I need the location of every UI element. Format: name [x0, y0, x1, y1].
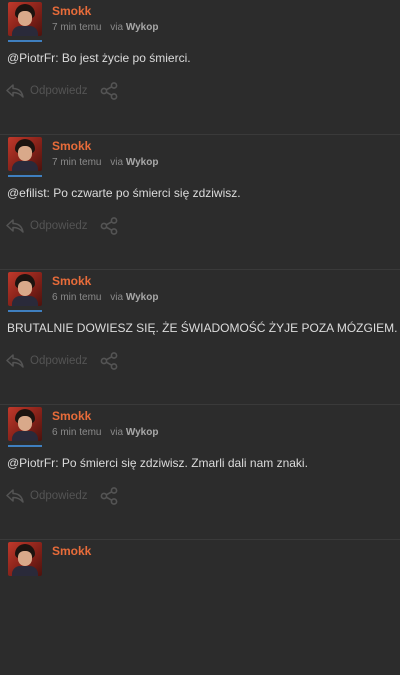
reply-button[interactable]: Odpowiedz — [6, 354, 88, 368]
comment-item: Smokk 6 min temu via Wykop BRUTALNIE DOW… — [0, 270, 400, 405]
avatar-underline — [8, 445, 42, 447]
share-icon — [100, 487, 117, 505]
comment-item: Smokk — [0, 540, 400, 675]
via-source[interactable]: Wykop — [126, 292, 159, 303]
reply-arrow-icon — [6, 489, 24, 503]
comment-body: BRUTALNIE DOWIESZ SIĘ. ŻE ŚWIADOMOŚĆ ŻYJ… — [7, 321, 398, 335]
avatar[interactable] — [8, 407, 42, 441]
user-mention[interactable]: @PiotrFr — [7, 51, 55, 65]
via-source[interactable]: Wykop — [126, 157, 159, 168]
avatar[interactable] — [8, 272, 42, 306]
avatar-underline — [8, 310, 42, 312]
avatar-underline — [8, 40, 42, 42]
share-button[interactable] — [100, 352, 118, 370]
comment-actions: Odpowiedz — [6, 352, 118, 370]
reply-label: Odpowiedz — [30, 490, 88, 502]
reply-label: Odpowiedz — [30, 85, 88, 97]
comment-text: @PiotrFr: Po śmierci się zdziwisz. Zmarl… — [7, 456, 394, 470]
via-label: via Wykop — [110, 292, 158, 303]
share-button[interactable] — [100, 487, 118, 505]
comment-text: @efilist: Po czwarte po śmierci się zdzi… — [7, 186, 394, 200]
user-mention[interactable]: @efilist — [7, 186, 47, 200]
reply-arrow-icon — [6, 84, 24, 98]
timestamp: 7 min temu — [52, 22, 102, 33]
reply-button[interactable]: Odpowiedz — [6, 84, 88, 98]
comment-actions: Odpowiedz — [6, 487, 118, 505]
via-prefix: via — [110, 292, 124, 303]
comment-body: : Po śmierci się zdziwisz. Zmarli dali n… — [55, 456, 308, 470]
avatar-face — [18, 551, 32, 566]
comment-meta: 7 min temu via Wykop — [52, 22, 158, 33]
avatar-face — [18, 11, 32, 26]
avatar[interactable] — [8, 542, 42, 576]
avatar-jacket — [12, 26, 38, 36]
share-button[interactable] — [100, 217, 118, 235]
avatar-underline — [8, 175, 42, 177]
reply-button[interactable]: Odpowiedz — [6, 219, 88, 233]
avatar-jacket — [12, 161, 38, 171]
comment-item: Smokk 6 min temu via Wykop @PiotrFr: Po … — [0, 405, 400, 540]
comment-item: Smokk 7 min temu via Wykop @PiotrFr: Bo … — [0, 0, 400, 135]
username[interactable]: Smokk — [52, 544, 91, 558]
comment-text: BRUTALNIE DOWIESZ SIĘ. ŻE ŚWIADOMOŚĆ ŻYJ… — [7, 321, 398, 335]
share-button[interactable] — [100, 82, 118, 100]
comment-body: : Po czwarte po śmierci się zdziwisz. — [46, 186, 241, 200]
avatar-face — [18, 281, 32, 296]
username[interactable]: Smokk — [52, 139, 91, 153]
reply-arrow-icon — [6, 219, 24, 233]
comment-feed: Smokk 7 min temu via Wykop @PiotrFr: Bo … — [0, 0, 400, 675]
comment-text: @PiotrFr: Bo jest życie po śmierci. — [7, 51, 394, 65]
avatar-jacket — [12, 566, 38, 576]
via-prefix: via — [110, 157, 124, 168]
reply-label: Odpowiedz — [30, 355, 88, 367]
share-icon — [100, 352, 117, 370]
comment-meta: 6 min temu via Wykop — [52, 292, 158, 303]
share-icon — [100, 217, 117, 235]
comment-meta: 6 min temu via Wykop — [52, 427, 158, 438]
timestamp: 6 min temu — [52, 427, 102, 438]
reply-arrow-icon — [6, 354, 24, 368]
via-label: via Wykop — [110, 157, 158, 168]
avatar-jacket — [12, 296, 38, 306]
timestamp: 7 min temu — [52, 157, 102, 168]
via-label: via Wykop — [110, 427, 158, 438]
avatar-jacket — [12, 431, 38, 441]
username[interactable]: Smokk — [52, 274, 91, 288]
via-label: via Wykop — [110, 22, 158, 33]
share-icon — [100, 82, 117, 100]
avatar-face — [18, 146, 32, 161]
comment-actions: Odpowiedz — [6, 217, 118, 235]
via-source[interactable]: Wykop — [126, 427, 159, 438]
reply-button[interactable]: Odpowiedz — [6, 489, 88, 503]
via-prefix: via — [110, 22, 124, 33]
comment-body: : Bo jest życie po śmierci. — [55, 51, 191, 65]
avatar[interactable] — [8, 137, 42, 171]
reply-label: Odpowiedz — [30, 220, 88, 232]
via-source[interactable]: Wykop — [126, 22, 159, 33]
username[interactable]: Smokk — [52, 409, 91, 423]
via-prefix: via — [110, 427, 124, 438]
comment-item: Smokk 7 min temu via Wykop @efilist: Po … — [0, 135, 400, 270]
user-mention[interactable]: @PiotrFr — [7, 456, 55, 470]
comment-actions: Odpowiedz — [6, 82, 118, 100]
avatar-face — [18, 416, 32, 431]
avatar[interactable] — [8, 2, 42, 36]
timestamp: 6 min temu — [52, 292, 102, 303]
username[interactable]: Smokk — [52, 4, 91, 18]
comment-meta: 7 min temu via Wykop — [52, 157, 158, 168]
